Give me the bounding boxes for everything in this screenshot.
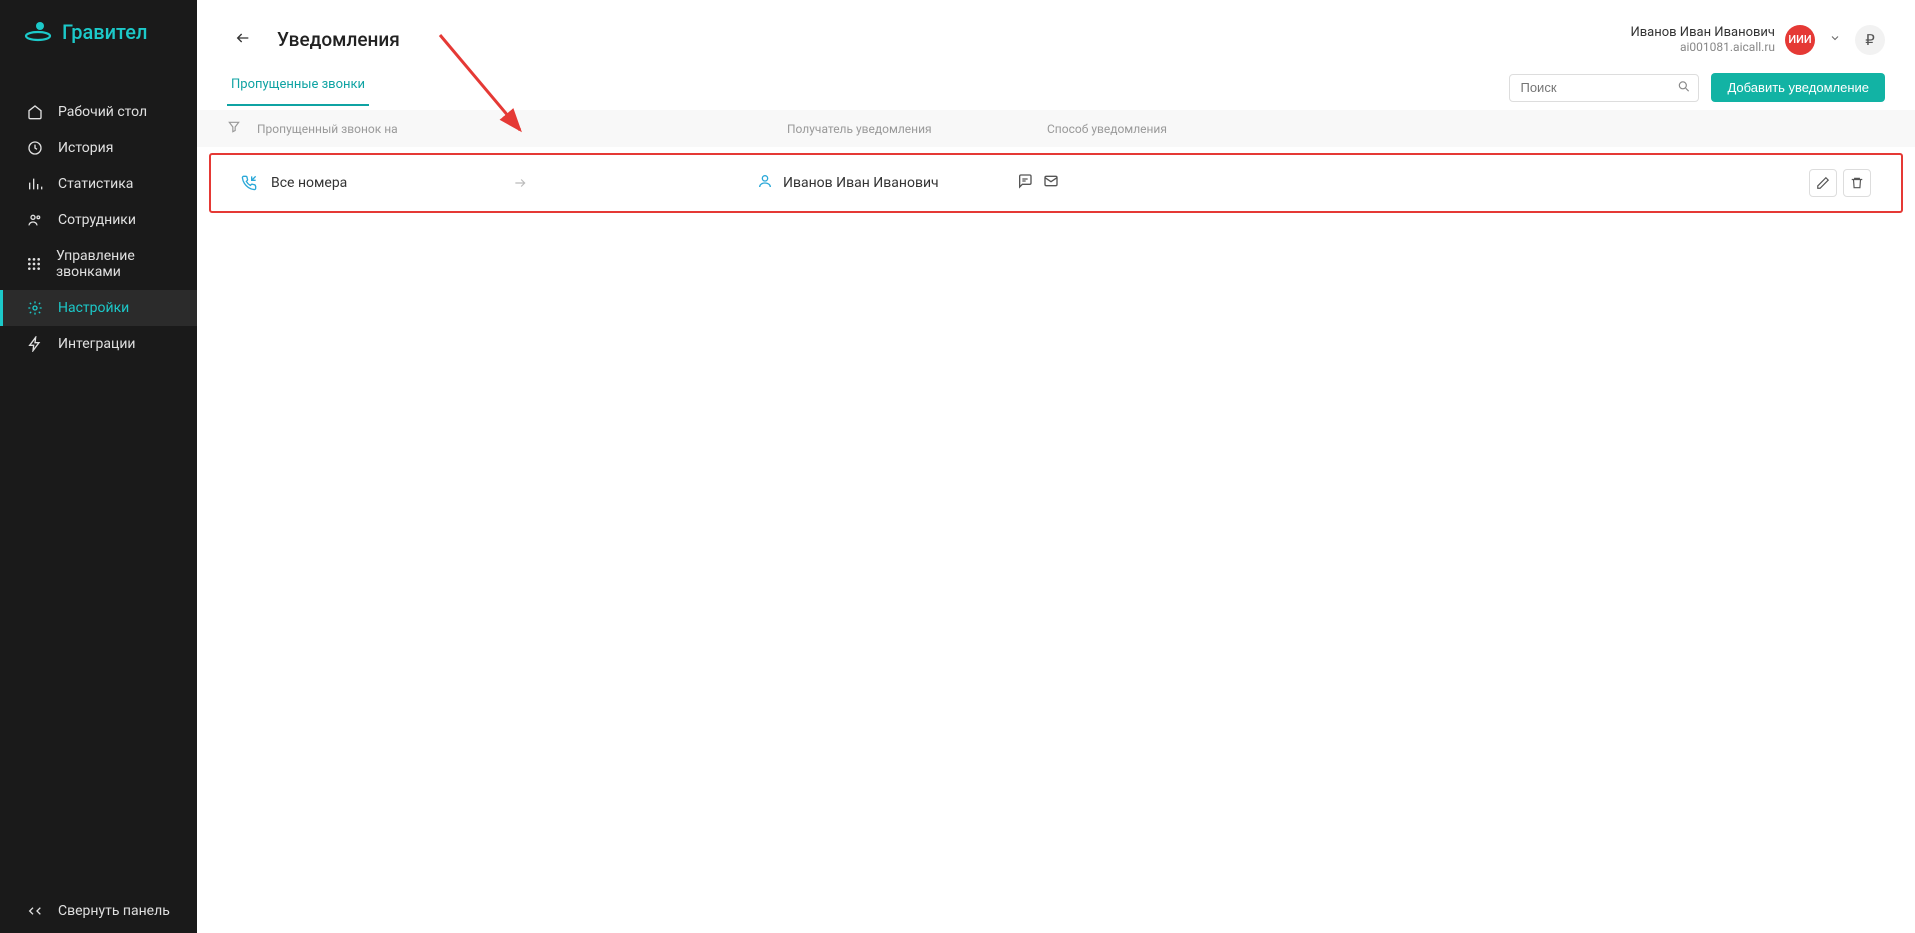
collapse-icon <box>26 903 44 919</box>
sidebar-item-employees[interactable]: Сотрудники <box>0 202 197 238</box>
trash-icon <box>1850 176 1864 190</box>
sidebar-item-history[interactable]: История <box>0 130 197 166</box>
table-row[interactable]: Все номера Иванов Иван Иванович <box>209 153 1903 213</box>
user-icon <box>757 173 773 193</box>
header-method: Способ уведомления <box>1047 122 1885 136</box>
sidebar: Гравител Рабочий стол История Статистика… <box>0 0 197 933</box>
add-notification-button[interactable]: Добавить уведомление <box>1711 73 1885 102</box>
sidebar-item-call-management[interactable]: Управление звонками <box>0 238 197 290</box>
user-name: Иванов Иван Иванович <box>1630 25 1775 41</box>
sidebar-item-label: Управление звонками <box>56 248 171 280</box>
subbar: Пропущенные звонки Добавить уведомление <box>197 55 1915 106</box>
search-input[interactable] <box>1509 74 1699 102</box>
currency-button[interactable]: ₽ <box>1855 25 1885 55</box>
home-icon <box>26 104 44 120</box>
arrow-right-icon <box>511 176 757 190</box>
search-wrap <box>1509 74 1699 102</box>
bolt-icon <box>26 336 44 352</box>
sidebar-item-integrations[interactable]: Интеграции <box>0 326 197 362</box>
sidebar-collapse-button[interactable]: Свернуть панель <box>0 889 197 933</box>
sidebar-item-dashboard[interactable]: Рабочий стол <box>0 94 197 130</box>
edit-row-button[interactable] <box>1809 169 1837 197</box>
sidebar-item-label: Сотрудники <box>58 212 136 228</box>
sidebar-nav: Рабочий стол История Статистика Сотрудни… <box>0 94 197 889</box>
sidebar-item-label: Интеграции <box>58 336 136 352</box>
sidebar-item-label: Настройки <box>58 300 129 316</box>
phone-incoming-icon <box>241 175 257 191</box>
user-domain: ai001081.aicall.ru <box>1630 40 1775 54</box>
topbar: Уведомления Иванов Иван Иванович ai00108… <box>197 0 1915 55</box>
history-icon <box>26 140 44 156</box>
page-title: Уведомления <box>277 28 400 51</box>
sidebar-item-label: Рабочий стол <box>58 104 147 120</box>
arrow-left-icon <box>233 30 253 46</box>
brand-logo[interactable]: Гравител <box>0 0 197 64</box>
dialpad-icon <box>26 256 42 272</box>
gear-icon <box>26 300 44 316</box>
email-icon <box>1043 173 1059 193</box>
sidebar-item-label: История <box>58 140 113 156</box>
header-missed-call: Пропущенный звонок на <box>257 122 787 136</box>
users-icon <box>26 212 44 228</box>
row-recipient-name: Иванов Иван Иванович <box>783 175 939 191</box>
user-menu-dropdown[interactable] <box>1825 28 1845 51</box>
row-missed-to: Все номера <box>271 175 347 191</box>
filter-column[interactable] <box>227 120 257 137</box>
delete-row-button[interactable] <box>1843 169 1871 197</box>
user-info: Иванов Иван Иванович ai001081.aicall.ru <box>1630 25 1775 55</box>
avatar[interactable]: ИИИ <box>1785 25 1815 55</box>
header-recipient: Получатель уведомления <box>787 122 1047 136</box>
chart-icon <box>26 176 44 192</box>
sidebar-item-statistics[interactable]: Статистика <box>0 166 197 202</box>
filter-icon <box>227 120 241 134</box>
main-content: Уведомления Иванов Иван Иванович ai00108… <box>197 0 1915 933</box>
brand-name: Гравител <box>62 20 147 44</box>
sidebar-item-settings[interactable]: Настройки <box>0 290 197 326</box>
sidebar-item-label: Статистика <box>58 176 133 192</box>
edit-icon <box>1816 176 1830 190</box>
chevron-down-icon <box>1829 32 1841 44</box>
tabs: Пропущенные звонки <box>227 69 369 106</box>
collapse-label: Свернуть панель <box>58 903 170 919</box>
search-icon <box>1677 78 1691 97</box>
brand-icon <box>24 20 52 44</box>
tab-missed-calls[interactable]: Пропущенные звонки <box>227 69 369 106</box>
table-header: Пропущенный звонок на Получатель уведомл… <box>197 110 1915 147</box>
sms-icon <box>1017 173 1033 193</box>
back-button[interactable] <box>227 24 259 55</box>
